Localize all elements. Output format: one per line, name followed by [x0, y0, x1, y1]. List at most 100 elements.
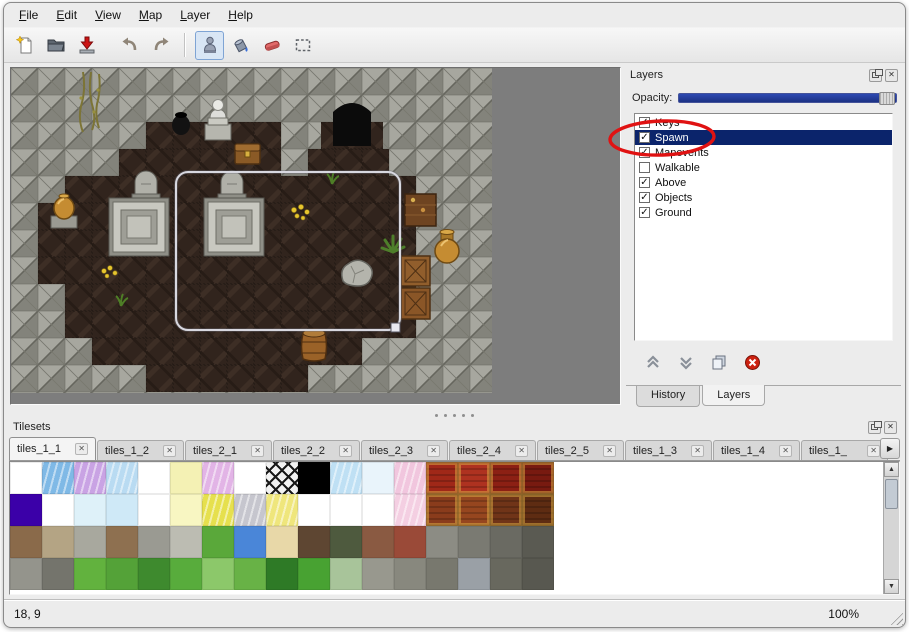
close-icon[interactable]: ✕: [867, 445, 880, 457]
tileset-tab[interactable]: tiles_2_2 ✕: [273, 440, 360, 460]
menu-view[interactable]: View: [86, 5, 130, 25]
close-icon[interactable]: ✕: [779, 445, 792, 457]
tile[interactable]: [298, 526, 330, 558]
tab-layers[interactable]: Layers: [702, 385, 765, 406]
tile[interactable]: [10, 462, 42, 494]
float-panel-button[interactable]: [869, 69, 882, 82]
menu-file[interactable]: File: [10, 5, 47, 25]
tile[interactable]: [170, 494, 202, 526]
tile[interactable]: [298, 462, 330, 494]
tile[interactable]: [522, 494, 554, 526]
close-icon[interactable]: ✕: [427, 445, 440, 457]
tile[interactable]: [330, 462, 362, 494]
tile[interactable]: [330, 494, 362, 526]
tile[interactable]: [202, 462, 234, 494]
tile[interactable]: [426, 494, 458, 526]
tile[interactable]: [490, 526, 522, 558]
tab-history[interactable]: History: [636, 386, 700, 407]
fill-tool-button[interactable]: [226, 31, 255, 60]
tile[interactable]: [42, 462, 74, 494]
tile[interactable]: [426, 462, 458, 494]
layer-row-spawn[interactable]: ✓ Spawn: [635, 130, 892, 145]
tile[interactable]: [298, 558, 330, 590]
map-viewport[interactable]: [10, 67, 621, 405]
redo-button[interactable]: [146, 31, 175, 60]
layer-checkbox[interactable]: ✓: [639, 147, 650, 158]
tile[interactable]: [458, 462, 490, 494]
tileset-tab[interactable]: tiles_1_1 ✕: [9, 437, 96, 460]
scrollbar-thumb[interactable]: [885, 479, 898, 509]
tile[interactable]: [234, 558, 266, 590]
tile[interactable]: [362, 526, 394, 558]
tile[interactable]: [170, 462, 202, 494]
tile[interactable]: [74, 462, 106, 494]
tile[interactable]: [202, 526, 234, 558]
close-icon[interactable]: ✕: [603, 445, 616, 457]
close-icon[interactable]: ✕: [163, 445, 176, 457]
save-button[interactable]: [72, 31, 101, 60]
tile[interactable]: [42, 526, 74, 558]
tile[interactable]: [426, 526, 458, 558]
delete-layer-button[interactable]: [743, 353, 761, 371]
tileset-tab[interactable]: tiles_2_4 ✕: [449, 440, 536, 460]
tileset-tab[interactable]: tiles_2_5 ✕: [537, 440, 624, 460]
tile[interactable]: [490, 494, 522, 526]
layer-row-keys[interactable]: ✓ Keys: [635, 115, 892, 130]
menu-help[interactable]: Help: [219, 5, 262, 25]
eraser-tool-button[interactable]: [257, 31, 286, 60]
tile[interactable]: [74, 494, 106, 526]
tileset-tab[interactable]: tiles_2_3 ✕: [361, 440, 448, 460]
layer-checkbox[interactable]: ✓: [639, 132, 650, 143]
tile[interactable]: [10, 558, 42, 590]
tile[interactable]: [394, 558, 426, 590]
tile[interactable]: [106, 462, 138, 494]
tile[interactable]: [298, 494, 330, 526]
tile[interactable]: [138, 494, 170, 526]
tile[interactable]: [42, 494, 74, 526]
layer-checkbox[interactable]: ✓: [639, 192, 650, 203]
tile[interactable]: [74, 558, 106, 590]
close-icon[interactable]: ✕: [75, 443, 88, 455]
tile[interactable]: [394, 462, 426, 494]
layer-checkbox[interactable]: ✓: [639, 207, 650, 218]
splitter-handle[interactable]: [4, 411, 905, 419]
new-button[interactable]: [10, 31, 39, 60]
layer-row-ground[interactable]: ✓ Ground: [635, 205, 892, 220]
layer-checkbox[interactable]: ✓: [639, 177, 650, 188]
tile[interactable]: [234, 526, 266, 558]
tile[interactable]: [362, 558, 394, 590]
tile[interactable]: [394, 526, 426, 558]
tile[interactable]: [362, 462, 394, 494]
layer-checkbox[interactable]: ✓: [639, 117, 650, 128]
tile[interactable]: [266, 558, 298, 590]
undo-button[interactable]: [115, 31, 144, 60]
select-tool-button[interactable]: [288, 31, 317, 60]
tile[interactable]: [138, 462, 170, 494]
scroll-tabs-right-button[interactable]: ▶: [880, 438, 900, 459]
menu-layer[interactable]: Layer: [171, 5, 219, 25]
opacity-slider[interactable]: [678, 93, 897, 103]
menu-map[interactable]: Map: [130, 5, 171, 25]
tile[interactable]: [106, 526, 138, 558]
tile[interactable]: [490, 558, 522, 590]
tileset-tab[interactable]: tiles_1_2 ✕: [97, 440, 184, 460]
tileset-tab[interactable]: tiles_1_ ✕: [801, 440, 888, 460]
tileset-tab[interactable]: tiles_1_4 ✕: [713, 440, 800, 460]
tile[interactable]: [458, 494, 490, 526]
close-icon[interactable]: ✕: [515, 445, 528, 457]
duplicate-layer-button[interactable]: [710, 353, 728, 371]
tileset-tab[interactable]: tiles_1_3 ✕: [625, 440, 712, 460]
tile[interactable]: [330, 558, 362, 590]
tile[interactable]: [106, 558, 138, 590]
tile[interactable]: [10, 526, 42, 558]
tile[interactable]: [330, 526, 362, 558]
tile[interactable]: [362, 494, 394, 526]
tile[interactable]: [170, 526, 202, 558]
tile[interactable]: [202, 494, 234, 526]
tile[interactable]: [266, 526, 298, 558]
tile[interactable]: [74, 526, 106, 558]
close-icon[interactable]: ✕: [339, 445, 352, 457]
tileset-scrollbar[interactable]: ▲ ▼: [883, 462, 899, 594]
tile[interactable]: [138, 526, 170, 558]
lower-layer-button[interactable]: [677, 353, 695, 371]
